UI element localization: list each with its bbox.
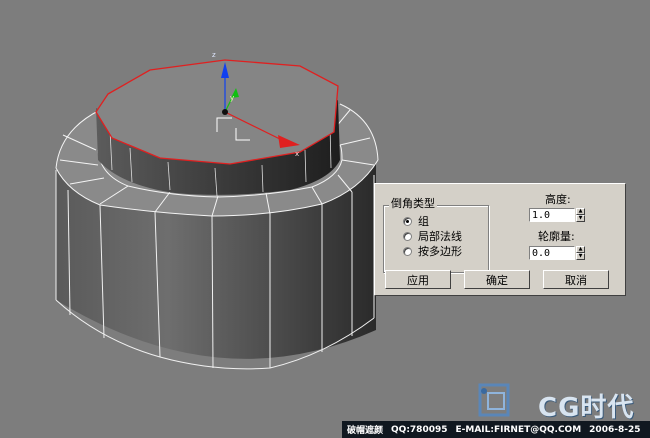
bevel-type-title: 倒角类型	[389, 197, 437, 211]
radio-local-normal-circle[interactable]	[403, 231, 412, 241]
credit-author: 破帽遮颜	[347, 426, 384, 436]
credit-bar: 破帽遮颜 QQ:780095 E-MAIL:FIRNET@QQ.COM 2006…	[342, 421, 650, 438]
outline-label: 轮廓量:	[538, 230, 575, 243]
ok-button[interactable]: 确定	[464, 270, 530, 289]
cancel-button[interactable]: 取消	[543, 270, 609, 289]
bevel-polygons-dialog: 倒角类型 组 局部法线 按多边形 高度: ▲▼ 轮廓量: ▲▼ 应用 确定 取消	[374, 183, 626, 296]
outline-down-icon[interactable]: ▼	[576, 253, 585, 260]
logo-text: CG时代	[538, 393, 635, 423]
height-down-icon[interactable]: ▼	[576, 215, 585, 222]
height-input[interactable]	[529, 208, 575, 222]
height-label: 高度:	[545, 193, 571, 206]
radio-by-polygon-option[interactable]: 按多边形	[403, 244, 462, 258]
credit-qq: QQ:780095	[391, 424, 448, 435]
perspective-viewport[interactable]: z y x 倒角类型 组 局部法线 按多边形 高度: ▲▼ 轮廓量: ▲▼	[0, 0, 650, 438]
radio-local-normal-label: 局部法线	[418, 230, 462, 243]
axis-z-label: z	[212, 51, 216, 59]
apply-button[interactable]: 应用	[385, 270, 451, 289]
credit-date: 2006-8-25	[589, 424, 641, 435]
axis-y-label: y	[230, 94, 234, 102]
outline-spin-buttons[interactable]: ▲ ▼	[576, 246, 585, 260]
height-spinner[interactable]: ▲▼	[529, 208, 585, 222]
outline-up-icon[interactable]: ▲	[576, 246, 585, 253]
radio-by-polygon-circle[interactable]	[403, 246, 412, 256]
axis-x-label: x	[295, 150, 299, 158]
radio-group-circle[interactable]	[403, 216, 412, 226]
radio-group-label: 组	[418, 215, 429, 228]
radio-local-normal-option[interactable]: 局部法线	[403, 229, 462, 243]
credit-email: E-MAIL:FIRNET@QQ.COM	[455, 424, 582, 435]
radio-by-polygon-label: 按多边形	[418, 245, 462, 258]
height-spin-buttons[interactable]: ▲ ▼	[576, 208, 585, 222]
height-up-icon[interactable]: ▲	[576, 208, 585, 215]
radio-group-option[interactable]: 组	[403, 214, 429, 228]
outline-input[interactable]	[529, 246, 575, 260]
outline-spinner[interactable]: ▲▼	[529, 246, 585, 260]
